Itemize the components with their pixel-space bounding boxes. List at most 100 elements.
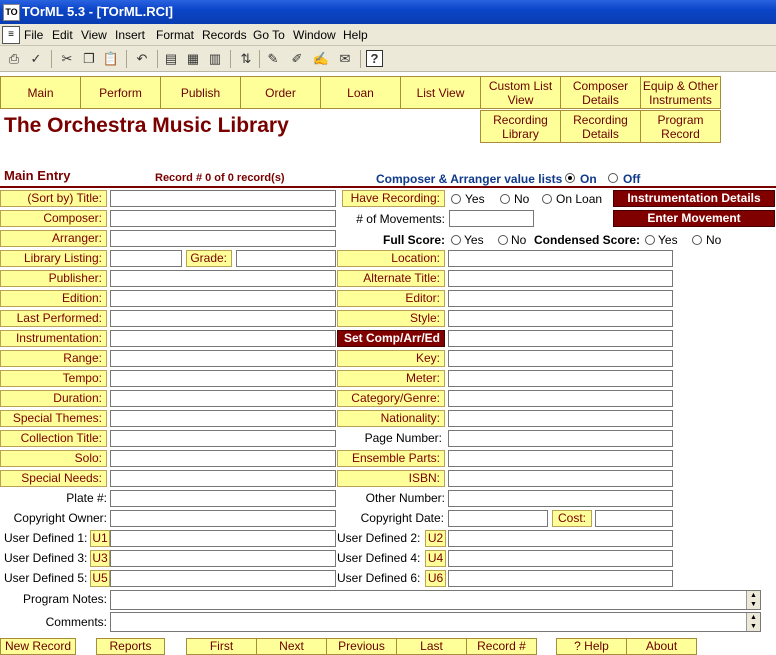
copy-icon[interactable]: ❐ — [80, 50, 98, 68]
menu-format[interactable]: Format — [156, 28, 194, 42]
user-defined-2-input[interactable] — [448, 530, 673, 547]
menu-records[interactable]: Records — [202, 28, 247, 42]
document-icon[interactable]: ≡ — [2, 26, 20, 44]
location-input[interactable] — [448, 250, 673, 267]
new-record-icon[interactable]: ✎ — [264, 50, 282, 68]
u5-button[interactable]: U5 — [90, 570, 110, 587]
edition-input[interactable] — [110, 290, 336, 307]
find-icon[interactable]: ▦ — [184, 50, 202, 68]
movements-input[interactable] — [449, 210, 534, 227]
user-defined-4-input[interactable] — [448, 550, 673, 567]
scroll-up-icon[interactable]: ▲ — [746, 613, 760, 622]
category-genre-input[interactable] — [448, 390, 673, 407]
publisher-input[interactable] — [110, 270, 336, 287]
full-score-no-radio[interactable] — [498, 235, 508, 245]
record-number-button[interactable]: Record # — [466, 638, 537, 655]
new-record-button[interactable]: New Record — [0, 638, 76, 655]
program-notes-textarea[interactable]: ▲ ▼ — [110, 590, 761, 610]
u1-button[interactable]: U1 — [90, 530, 110, 547]
nav-program-record-button[interactable]: Program Record — [640, 110, 721, 143]
spellcheck-icon[interactable]: ✓ — [27, 50, 45, 68]
nationality-input[interactable] — [448, 410, 673, 427]
nav-loan-button[interactable]: Loan — [320, 76, 401, 109]
user-defined-6-input[interactable] — [448, 570, 673, 587]
recording-no-radio[interactable] — [500, 194, 510, 204]
nav-publish-button[interactable]: Publish — [160, 76, 241, 109]
about-button[interactable]: About — [626, 638, 697, 655]
paste-icon[interactable]: 📋 — [102, 50, 120, 68]
key-input[interactable] — [448, 350, 673, 367]
other-number-input[interactable] — [448, 490, 673, 507]
nav-composer-details-button[interactable]: Composer Details — [560, 76, 641, 109]
nav-list-view-button[interactable]: List View — [400, 76, 481, 109]
meter-input[interactable] — [448, 370, 673, 387]
undo-icon[interactable]: ↶ — [133, 50, 151, 68]
sort-icon[interactable]: ⇅ — [237, 50, 255, 68]
delete-record-icon[interactable]: ✍ — [312, 50, 330, 68]
title-input[interactable] — [110, 190, 336, 207]
mail-icon[interactable]: ✉ — [336, 50, 354, 68]
cost-input[interactable] — [595, 510, 673, 527]
scroll-down-icon[interactable]: ▼ — [746, 622, 760, 631]
library-listing-input[interactable] — [110, 250, 182, 267]
u4-button[interactable]: U4 — [425, 550, 446, 567]
scroll-down-icon[interactable]: ▼ — [746, 600, 760, 609]
nav-order-button[interactable]: Order — [240, 76, 321, 109]
u3-button[interactable]: U3 — [90, 550, 110, 567]
value-lists-on-radio[interactable] — [565, 173, 575, 183]
reports-button[interactable]: Reports — [96, 638, 165, 655]
grade-input[interactable] — [236, 250, 336, 267]
menu-window[interactable]: Window — [293, 28, 336, 42]
ensemble-parts-input[interactable] — [448, 450, 673, 467]
print-icon[interactable]: ⎙ — [5, 50, 23, 68]
duration-input[interactable] — [110, 390, 336, 407]
comments-textarea[interactable]: ▲ ▼ — [110, 612, 761, 632]
u6-button[interactable]: U6 — [425, 570, 446, 587]
composer-input[interactable] — [110, 210, 336, 227]
style-input[interactable] — [448, 310, 673, 327]
nav-recording-details-button[interactable]: Recording Details — [560, 110, 641, 143]
plate-input[interactable] — [110, 490, 336, 507]
first-button[interactable]: First — [186, 638, 257, 655]
nav-perform-button[interactable]: Perform — [80, 76, 161, 109]
instrumentation-details-button[interactable]: Instrumentation Details — [613, 190, 775, 207]
solo-input[interactable] — [110, 450, 336, 467]
comp-arr-ed-input[interactable] — [448, 330, 673, 347]
menu-file[interactable]: File — [24, 28, 43, 42]
tempo-input[interactable] — [110, 370, 336, 387]
full-score-yes-radio[interactable] — [451, 235, 461, 245]
user-defined-3-input[interactable] — [110, 550, 336, 567]
special-themes-input[interactable] — [110, 410, 336, 427]
condensed-no-radio[interactable] — [692, 235, 702, 245]
nav-custom-list-view-button[interactable]: Custom List View — [480, 76, 561, 109]
u2-button[interactable]: U2 — [425, 530, 446, 547]
menu-edit[interactable]: Edit — [52, 28, 73, 42]
menu-goto[interactable]: Go To — [253, 28, 285, 42]
user-defined-1-input[interactable] — [110, 530, 336, 547]
alternate-title-input[interactable] — [448, 270, 673, 287]
page-number-input[interactable] — [448, 430, 673, 447]
scroll-up-icon[interactable]: ▲ — [746, 591, 760, 600]
special-needs-input[interactable] — [110, 470, 336, 487]
set-comp-arr-ed-button[interactable]: Set Comp/Arr/Ed — [337, 330, 445, 347]
duplicate-record-icon[interactable]: ✐ — [288, 50, 306, 68]
arranger-input[interactable] — [110, 230, 336, 247]
condensed-yes-radio[interactable] — [645, 235, 655, 245]
help-button[interactable]: ? Help — [556, 638, 627, 655]
user-defined-5-input[interactable] — [110, 570, 336, 587]
nav-equip-instruments-button[interactable]: Equip & Other Instruments — [640, 76, 721, 109]
collection-title-input[interactable] — [110, 430, 336, 447]
previous-button[interactable]: Previous — [326, 638, 397, 655]
isbn-input[interactable] — [448, 470, 673, 487]
layout-icon[interactable]: ▥ — [206, 50, 224, 68]
cut-icon[interactable]: ✂ — [58, 50, 76, 68]
copyright-date-input[interactable] — [448, 510, 548, 527]
last-button[interactable]: Last — [396, 638, 467, 655]
value-lists-off-radio[interactable] — [608, 173, 618, 183]
menu-insert[interactable]: Insert — [115, 28, 145, 42]
copyright-owner-input[interactable] — [110, 510, 336, 527]
editor-input[interactable] — [448, 290, 673, 307]
nav-main-button[interactable]: Main — [0, 76, 81, 109]
help-icon[interactable]: ? — [366, 50, 383, 67]
instrumentation-input[interactable] — [110, 330, 336, 347]
